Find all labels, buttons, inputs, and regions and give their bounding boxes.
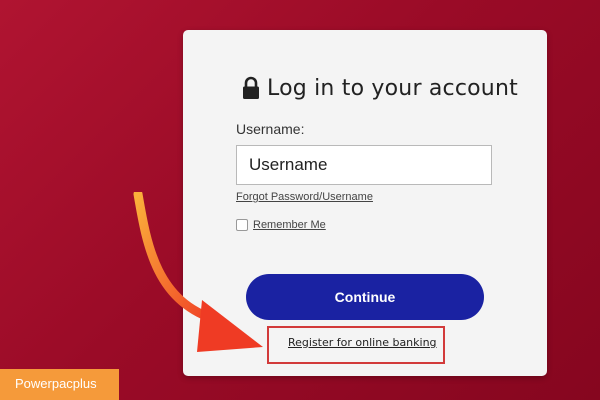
continue-button[interactable]: Continue [246, 274, 484, 320]
register-online-banking-link[interactable]: Register for online banking [288, 336, 437, 349]
username-input[interactable] [236, 145, 492, 185]
curved-arrow-icon [133, 192, 263, 352]
brand-badge: Powerpacplus [0, 369, 119, 400]
login-header: Log in to your account [241, 73, 518, 103]
username-label: Username: [236, 121, 305, 137]
page-title: Log in to your account [267, 75, 518, 101]
lock-icon [241, 76, 261, 100]
